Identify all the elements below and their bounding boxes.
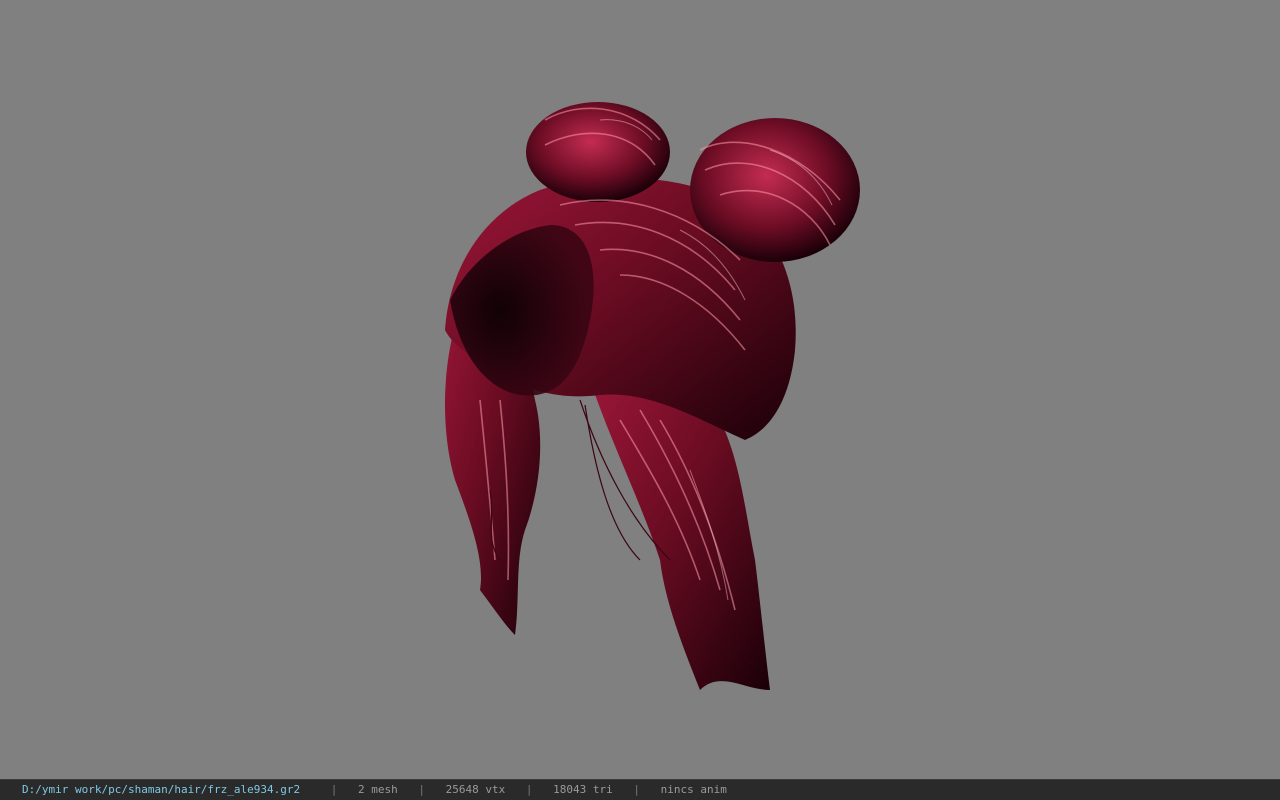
separator: | (418, 783, 426, 796)
separator: | (525, 783, 533, 796)
hair-right-bun (690, 118, 860, 262)
hair-model[interactable] (0, 0, 1280, 779)
3d-viewport[interactable] (0, 0, 1280, 779)
file-path: D:/ymir work/pc/shaman/hair/frz_ale934.g… (22, 783, 301, 796)
animation-status: nincs anim (660, 783, 727, 796)
separator: | (633, 783, 640, 796)
separator: | (330, 783, 338, 796)
status-bar: D:/ymir work/pc/shaman/hair/frz_ale934.g… (0, 779, 1280, 800)
triangle-count: 18043 tri (553, 783, 613, 796)
hair-left-bun (526, 102, 670, 202)
mesh-count: 2 mesh (358, 783, 398, 796)
vertex-count: 25648 vtx (445, 783, 506, 796)
